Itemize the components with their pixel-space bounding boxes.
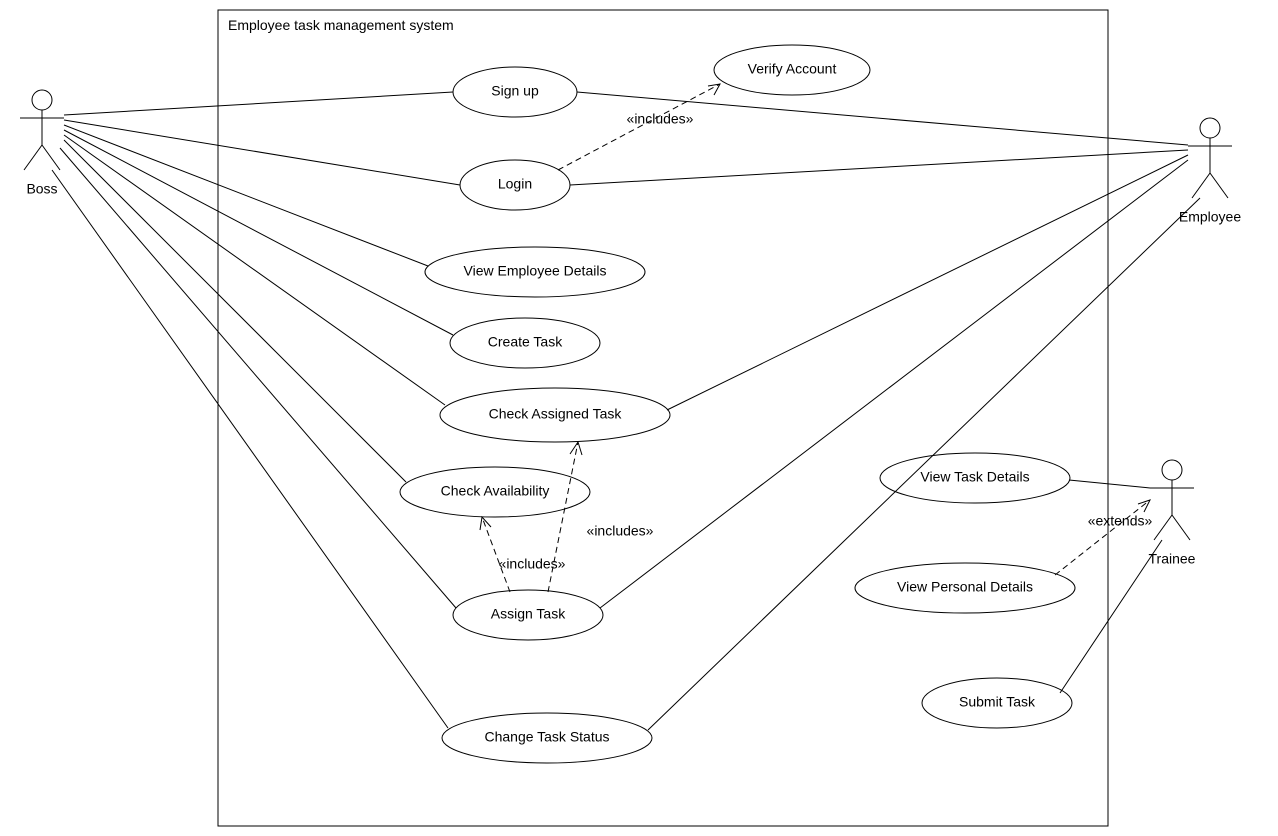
usecase-signup-label: Sign up [491,83,539,99]
actor-trainee: Trainee [1149,460,1196,567]
assoc-emp-login [570,150,1188,185]
assoc-boss-signup [64,92,453,115]
usecase-view-emp-label: View Employee Details [464,263,607,279]
dep-login-verify-label: «includes» [627,111,694,127]
actor-employee-label: Employee [1179,209,1241,225]
assoc-boss-checkassigned [64,135,445,405]
dep-assign-checkavail-label: «includes» [499,556,566,572]
usecase-view-task-details-label: View Task Details [920,469,1029,485]
usecase-view-personal-label: View Personal Details [897,579,1033,595]
use-case-diagram: Employee task management system Boss Emp… [0,0,1278,836]
usecase-submit-task-label: Submit Task [959,694,1036,710]
usecase-create-task-label: Create Task [488,334,563,350]
actor-boss-label: Boss [26,181,57,197]
assoc-boss-changestatus [52,170,448,728]
usecase-verify-label: Verify Account [748,61,837,77]
assoc-emp-checkassigned [667,155,1188,410]
assoc-emp-changestatus [648,198,1200,730]
usecase-login-label: Login [498,176,532,192]
dep-assign-checkassigned-label: «includes» [587,523,654,539]
actor-boss: Boss [20,90,64,197]
system-title: Employee task management system [228,17,454,33]
actor-trainee-label: Trainee [1149,551,1196,567]
assoc-emp-assign [600,160,1188,608]
usecase-check-assigned-label: Check Assigned Task [489,406,623,422]
assoc-trainee-viewtask [1069,480,1150,488]
dep-assign-checkavail: «includes» [480,517,566,592]
usecase-check-avail-label: Check Availability [441,483,550,499]
usecase-assign-task-label: Assign Task [491,606,566,622]
assoc-boss-viewemp [64,125,428,266]
dep-viewpersonal-trainee-label: «extends» [1088,513,1153,529]
assoc-trainee-submit [1060,540,1162,693]
assoc-boss-createtask [64,130,453,335]
assoc-boss-assign [60,148,456,608]
usecase-change-status-label: Change Task Status [484,729,609,745]
assoc-boss-login [64,120,460,185]
dep-viewpersonal-trainee: «extends» [1055,500,1153,575]
